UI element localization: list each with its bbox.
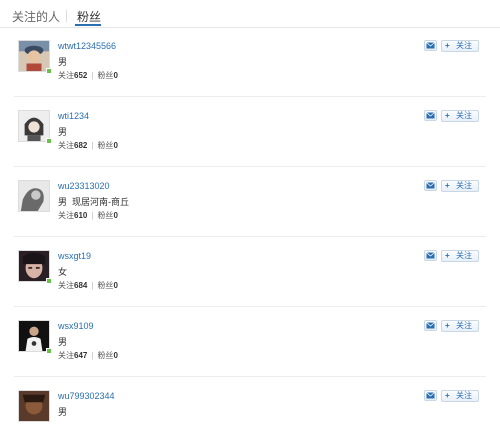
user-gender: 女 (58, 267, 68, 277)
fans-count: 0 (113, 211, 118, 220)
follow-button[interactable]: + 关注 (441, 320, 479, 332)
fans-count: 0 (113, 281, 118, 290)
message-button[interactable] (424, 40, 437, 51)
message-button[interactable] (424, 110, 437, 121)
counts-divider: | (91, 281, 94, 290)
follow-label: 关注 (58, 351, 74, 360)
counts-divider: | (91, 71, 94, 80)
user-gender: 男 (58, 57, 68, 67)
envelope-icon (426, 252, 435, 259)
fans-label: 粉丝 (97, 351, 114, 360)
plus-icon: + (445, 181, 450, 190)
message-button[interactable] (424, 390, 437, 401)
user-location: 现居河南-商丘 (72, 197, 130, 207)
online-status-icon (46, 278, 52, 284)
counts-divider: | (91, 211, 94, 220)
follow-count: 652 (74, 71, 88, 80)
follow-label: 关注 (58, 211, 74, 220)
follow-count: 610 (74, 211, 88, 220)
follow-button[interactable]: + 关注 (441, 180, 479, 192)
fans-label: 粉丝 (97, 141, 114, 150)
plus-icon: + (445, 111, 450, 120)
user-gender: 男 (58, 337, 68, 347)
follow-count: 684 (74, 281, 88, 290)
follow-button-label: 关注 (456, 321, 472, 330)
user-counts: 关注652 | 粉丝0 (58, 70, 118, 81)
plus-icon: + (445, 321, 450, 330)
user-name-link[interactable]: wu799302344 (58, 391, 115, 401)
fans-label: 粉丝 (97, 71, 114, 80)
list-item: wtwt12345566 男 关注652 | 粉丝0 + 关注 (0, 27, 500, 97)
follow-label: 关注 (58, 141, 74, 150)
counts-divider: | (91, 141, 94, 150)
user-counts: 关注684 | 粉丝0 (58, 280, 118, 291)
follow-button[interactable]: + 关注 (441, 250, 479, 262)
counts-divider: | (91, 351, 94, 360)
follow-label: 关注 (58, 71, 74, 80)
user-name-link[interactable]: wti1234 (58, 111, 89, 121)
follow-button-label: 关注 (456, 181, 472, 190)
user-name-link[interactable]: wtwt12345566 (58, 41, 116, 51)
user-gender: 男 (58, 127, 68, 137)
list-item: wsx9109 男 关注647 | 粉丝0 + 关注 (0, 307, 500, 377)
tab-following[interactable]: 关注的人 (12, 8, 60, 25)
follow-label: 关注 (58, 281, 74, 290)
follow-count: 682 (74, 141, 88, 150)
follow-button[interactable]: + 关注 (441, 40, 479, 52)
fans-count: 0 (113, 71, 118, 80)
follow-button-label: 关注 (456, 41, 472, 50)
plus-icon: + (445, 391, 450, 400)
user-gender: 男 现居河南-商丘 (58, 195, 129, 208)
user-name-link[interactable]: wu23313020 (58, 181, 110, 191)
envelope-icon (426, 392, 435, 399)
list-item: wsxgt19 女 关注684 | 粉丝0 + 关注 (0, 237, 500, 307)
avatar[interactable] (18, 180, 50, 212)
fans-label: 粉丝 (97, 281, 114, 290)
tab-fans[interactable]: 粉丝 (77, 8, 101, 25)
list-item: wu799302344 男 + 关注 (0, 377, 500, 447)
message-button[interactable] (424, 180, 437, 191)
follow-button[interactable]: + 关注 (441, 390, 479, 402)
active-tab-indicator (75, 24, 101, 26)
list-item: wu23313020 男 现居河南-商丘 关注610 | 粉丝0 + 关注 (0, 167, 500, 237)
tab-bar: 关注的人 粉丝 (0, 0, 500, 28)
user-name-link[interactable]: wsx9109 (58, 321, 94, 331)
user-counts: 关注610 | 粉丝0 (58, 210, 118, 221)
follow-count: 647 (74, 351, 88, 360)
user-gender: 男 (58, 407, 68, 417)
list-item: wti1234 男 关注682 | 粉丝0 + 关注 (0, 97, 500, 167)
follow-button-label: 关注 (456, 251, 472, 260)
plus-icon: + (445, 41, 450, 50)
online-status-icon (46, 348, 52, 354)
user-counts: 关注682 | 粉丝0 (58, 140, 118, 151)
follow-button-label: 关注 (456, 391, 472, 400)
follow-button[interactable]: + 关注 (441, 110, 479, 122)
envelope-icon (426, 322, 435, 329)
fans-count: 0 (113, 351, 118, 360)
user-name-link[interactable]: wsxgt19 (58, 251, 91, 261)
envelope-icon (426, 112, 435, 119)
fans-count: 0 (113, 141, 118, 150)
user-counts: 关注647 | 粉丝0 (58, 350, 118, 361)
tab-divider (66, 10, 67, 22)
gender-value: 男 (58, 197, 68, 207)
online-status-icon (46, 68, 52, 74)
online-status-icon (46, 138, 52, 144)
envelope-icon (426, 182, 435, 189)
message-button[interactable] (424, 320, 437, 331)
envelope-icon (426, 42, 435, 49)
follow-button-label: 关注 (456, 111, 472, 120)
message-button[interactable] (424, 250, 437, 261)
fans-label: 粉丝 (97, 211, 114, 220)
plus-icon: + (445, 251, 450, 260)
avatar[interactable] (18, 390, 50, 422)
